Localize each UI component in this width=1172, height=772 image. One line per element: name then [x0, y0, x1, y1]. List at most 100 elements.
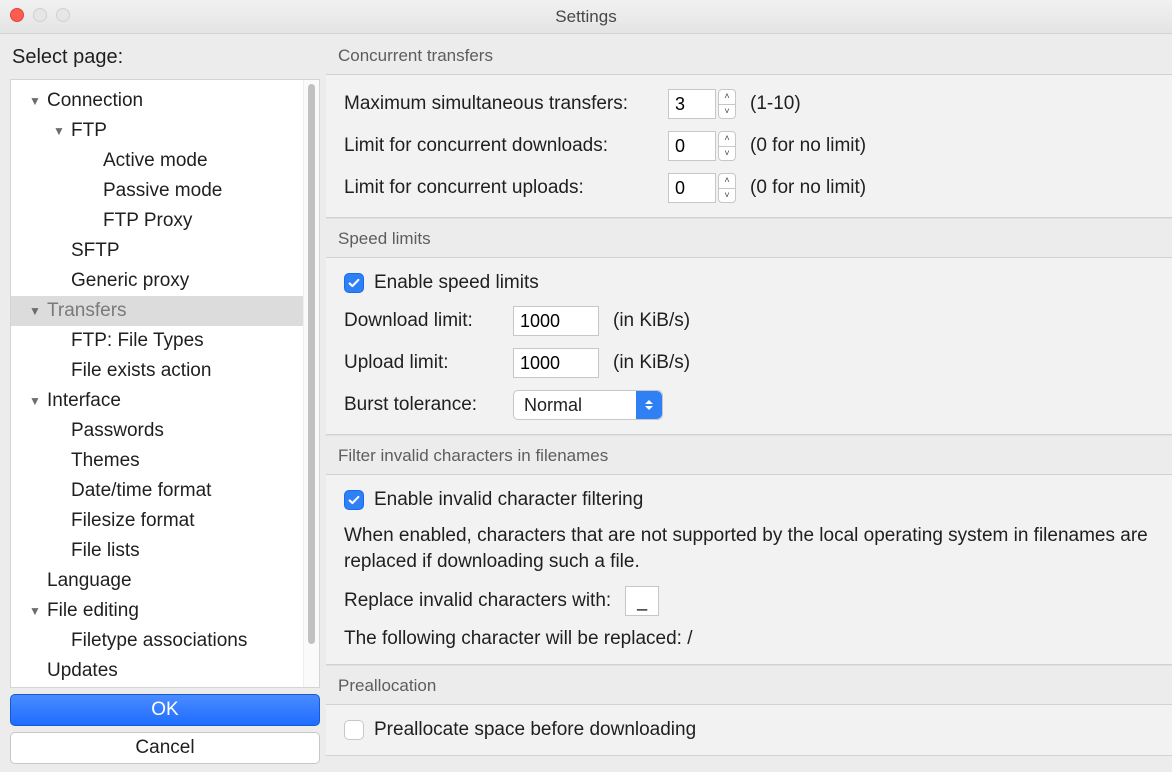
enable-speed-limits-checkbox[interactable]: Enable speed limits — [344, 272, 1154, 294]
sidebar-header: Select page: — [10, 42, 320, 73]
tree-item[interactable]: FTP Proxy — [11, 206, 303, 236]
group-prealloc: Preallocation Preallocate space before d… — [326, 665, 1172, 756]
concurrent-uploads-hint: (0 for no limit) — [750, 177, 866, 199]
settings-tree[interactable]: ▼ Connection ▼ FTP Active mode Passive mode FT… — [11, 86, 303, 687]
preallocate-checkbox[interactable]: Preallocate space before downloading — [344, 719, 1154, 741]
chars-replaced-text: The following character will be replaced… — [344, 628, 1154, 650]
tree-item[interactable]: Filetype associations — [11, 626, 303, 656]
tree-item[interactable]: ▼ Interface — [11, 386, 303, 416]
tree-item-label: SFTP — [71, 240, 120, 262]
preallocate-label: Preallocate space before downloading — [374, 719, 696, 741]
tree-item[interactable]: Language — [11, 566, 303, 596]
tree-item-label: Themes — [71, 450, 140, 472]
tree-item-label: Filetype associations — [71, 630, 247, 652]
upload-limit-unit: (in KiB/s) — [613, 352, 690, 374]
tree-item[interactable]: Date/time format — [11, 476, 303, 506]
select-caret-icon — [636, 391, 662, 419]
disclosure-triangle-icon[interactable]: ▼ — [53, 125, 65, 137]
enable-speed-limits-label: Enable speed limits — [374, 272, 539, 294]
tree-item[interactable]: Logging — [11, 686, 303, 687]
group-title: Concurrent transfers — [326, 34, 1172, 74]
upload-limit-input[interactable] — [513, 348, 599, 378]
download-limit-unit: (in KiB/s) — [613, 310, 690, 332]
tree-item-label: File editing — [47, 600, 139, 622]
tree-item[interactable]: FTP: File Types — [11, 326, 303, 356]
tree-item[interactable]: File lists — [11, 536, 303, 566]
tree-item-label: FTP Proxy — [103, 210, 192, 232]
max-transfers-input[interactable] — [668, 89, 716, 119]
tree-item[interactable]: Passwords — [11, 416, 303, 446]
ok-button[interactable]: OK — [10, 694, 320, 726]
concurrent-uploads-stepper[interactable]: ˄˅ — [718, 173, 736, 203]
download-limit-input[interactable] — [513, 306, 599, 336]
disclosure-triangle-icon[interactable]: ▼ — [29, 305, 41, 317]
replace-char-label: Replace invalid characters with: — [344, 590, 611, 612]
tree-item[interactable]: File exists action — [11, 356, 303, 386]
titlebar: Settings — [0, 0, 1172, 34]
download-limit-label: Download limit: — [344, 310, 499, 332]
tree-item-label: Filesize format — [71, 510, 195, 532]
group-title: Filter invalid characters in filenames — [326, 435, 1172, 474]
tree-item[interactable]: ▼ File editing — [11, 596, 303, 626]
group-filter: Filter invalid characters in filenames E… — [326, 435, 1172, 665]
tree-item-label: Updates — [47, 660, 118, 682]
enable-char-filtering-checkbox[interactable]: Enable invalid character filtering — [344, 489, 1154, 511]
window-close-button[interactable] — [10, 8, 24, 22]
tree-item-label: Active mode — [103, 150, 208, 172]
tree-item-label: Date/time format — [71, 480, 211, 502]
upload-limit-label: Upload limit: — [344, 352, 499, 374]
tree-item-label: Generic proxy — [71, 270, 189, 292]
replace-char-input[interactable] — [625, 586, 659, 616]
tree-item[interactable]: Generic proxy — [11, 266, 303, 296]
max-transfers-hint: (1-10) — [750, 93, 801, 115]
window-zoom-button — [56, 8, 70, 22]
tree-item-label: File lists — [71, 540, 140, 562]
concurrent-downloads-stepper[interactable]: ˄˅ — [718, 131, 736, 161]
checkbox-icon — [344, 490, 364, 510]
concurrent-uploads-label: Limit for concurrent uploads: — [344, 177, 654, 199]
disclosure-triangle-icon[interactable]: ▼ — [29, 95, 41, 107]
checkbox-icon — [344, 720, 364, 740]
tree-item-label: Transfers — [47, 300, 127, 322]
max-transfers-label: Maximum simultaneous transfers: — [344, 93, 654, 115]
tree-item-label: Language — [47, 570, 132, 592]
tree-item-label: File exists action — [71, 360, 211, 382]
enable-char-filtering-label: Enable invalid character filtering — [374, 489, 643, 511]
tree-item[interactable]: Active mode — [11, 146, 303, 176]
tree-item-label: Passive mode — [103, 180, 222, 202]
group-concurrent: Concurrent transfers Maximum simultaneou… — [326, 34, 1172, 218]
burst-tolerance-select[interactable]: Normal — [513, 390, 663, 420]
cancel-button[interactable]: Cancel — [10, 732, 320, 764]
concurrent-downloads-hint: (0 for no limit) — [750, 135, 866, 157]
char-filtering-description: When enabled, characters that are not su… — [344, 523, 1154, 574]
tree-item[interactable]: ▼ Connection — [11, 86, 303, 116]
tree-item[interactable]: Filesize format — [11, 506, 303, 536]
concurrent-downloads-label: Limit for concurrent downloads: — [344, 135, 654, 157]
tree-item-label: FTP — [71, 120, 107, 142]
tree-item-label: FTP: File Types — [71, 330, 204, 352]
burst-tolerance-label: Burst tolerance: — [344, 394, 499, 416]
disclosure-triangle-icon[interactable]: ▼ — [29, 605, 41, 617]
tree-item[interactable]: Themes — [11, 446, 303, 476]
disclosure-triangle-icon[interactable]: ▼ — [29, 395, 41, 407]
scrollbar-thumb[interactable] — [308, 84, 315, 644]
tree-item[interactable]: Passive mode — [11, 176, 303, 206]
tree-item-label: Interface — [47, 390, 121, 412]
tree-item[interactable]: SFTP — [11, 236, 303, 266]
window-minimize-button — [33, 8, 47, 22]
scrollbar[interactable] — [303, 80, 319, 687]
sidebar: Select page: ▼ Connection ▼ FTP Active mode P… — [0, 34, 326, 772]
concurrent-downloads-input[interactable] — [668, 131, 716, 161]
burst-tolerance-value: Normal — [524, 395, 582, 416]
concurrent-uploads-input[interactable] — [668, 173, 716, 203]
checkbox-icon — [344, 273, 364, 293]
group-speed: Speed limits Enable speed limits Downloa… — [326, 218, 1172, 435]
tree-item-label: Passwords — [71, 420, 164, 442]
tree-item[interactable]: Updates — [11, 656, 303, 686]
tree-item-label: Connection — [47, 90, 143, 112]
tree-item[interactable]: ▼ Transfers — [11, 296, 303, 326]
window-title: Settings — [555, 7, 616, 27]
tree-item[interactable]: ▼ FTP — [11, 116, 303, 146]
group-title: Speed limits — [326, 218, 1172, 257]
max-transfers-stepper[interactable]: ˄˅ — [718, 89, 736, 119]
